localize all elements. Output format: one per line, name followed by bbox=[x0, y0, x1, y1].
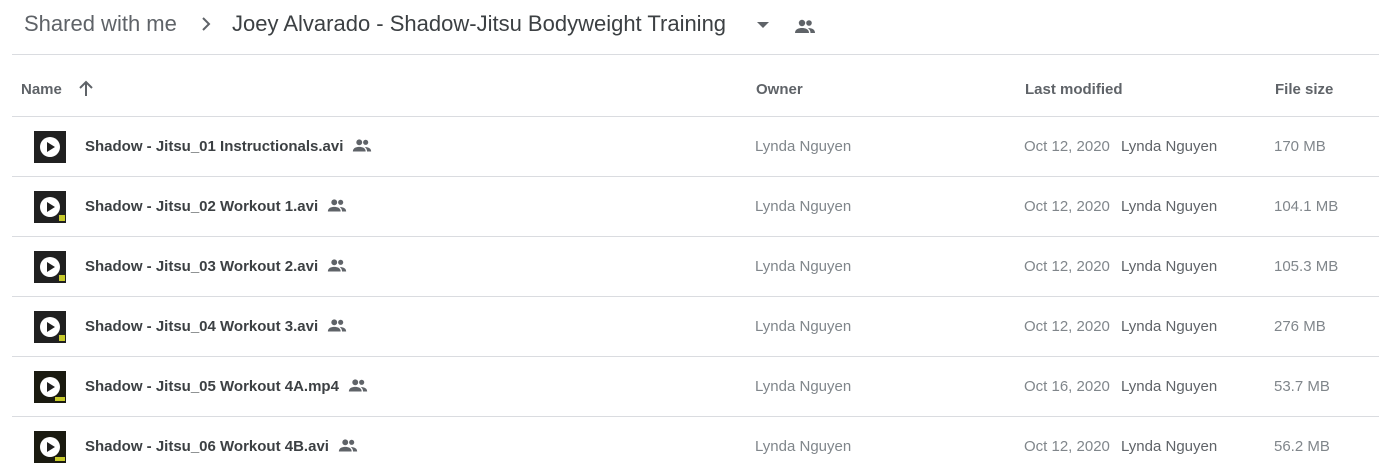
file-modified-by: Lynda Nguyen bbox=[1121, 198, 1218, 215]
file-size: 56.2 MB bbox=[1274, 438, 1330, 455]
file-name[interactable]: Shadow - Jitsu_04 Workout 3.avi bbox=[85, 318, 318, 335]
file-list: Shadow - Jitsu_01 Instructionals.avi Lyn… bbox=[12, 117, 1379, 472]
video-thumbnail-icon bbox=[34, 311, 66, 343]
file-size: 276 MB bbox=[1274, 318, 1326, 335]
file-owner: Lynda Nguyen bbox=[755, 258, 852, 275]
people-icon bbox=[348, 379, 368, 392]
column-header-last-modified[interactable]: Last modified bbox=[1025, 81, 1123, 98]
file-owner: Lynda Nguyen bbox=[755, 198, 852, 215]
video-thumbnail-icon bbox=[34, 191, 66, 223]
people-icon bbox=[338, 439, 358, 452]
file-row[interactable]: Shadow - Jitsu_05 Workout 4A.mp4 Lynda N… bbox=[12, 357, 1379, 417]
video-thumbnail-icon bbox=[34, 251, 66, 283]
file-name[interactable]: Shadow - Jitsu_01 Instructionals.avi bbox=[85, 138, 343, 155]
file-modified-by: Lynda Nguyen bbox=[1121, 258, 1218, 275]
column-header-owner[interactable]: Owner bbox=[756, 81, 803, 98]
file-owner: Lynda Nguyen bbox=[755, 318, 852, 335]
file-owner: Lynda Nguyen bbox=[755, 438, 852, 455]
file-modified-by: Lynda Nguyen bbox=[1121, 438, 1218, 455]
file-name[interactable]: Shadow - Jitsu_03 Workout 2.avi bbox=[85, 258, 318, 275]
breadcrumb-current-folder[interactable]: Joey Alvarado - Shadow-Jitsu Bodyweight … bbox=[232, 11, 726, 37]
file-row[interactable]: Shadow - Jitsu_03 Workout 2.avi Lynda Ng… bbox=[12, 237, 1379, 297]
people-icon bbox=[327, 259, 347, 272]
file-modified-by: Lynda Nguyen bbox=[1121, 378, 1218, 395]
file-modified-date: Oct 16, 2020 bbox=[1024, 378, 1110, 395]
file-name[interactable]: Shadow - Jitsu_02 Workout 1.avi bbox=[85, 198, 318, 215]
file-row[interactable]: Shadow - Jitsu_01 Instructionals.avi Lyn… bbox=[12, 117, 1379, 177]
column-header-name[interactable]: Name bbox=[21, 81, 62, 98]
file-modified-date: Oct 12, 2020 bbox=[1024, 438, 1110, 455]
arrow-drop-down-icon[interactable] bbox=[755, 20, 771, 30]
video-thumbnail-icon bbox=[34, 371, 66, 403]
file-row[interactable]: Shadow - Jitsu_04 Workout 3.avi Lynda Ng… bbox=[12, 297, 1379, 357]
video-thumbnail-icon bbox=[34, 431, 66, 463]
file-owner: Lynda Nguyen bbox=[755, 378, 852, 395]
file-size: 53.7 MB bbox=[1274, 378, 1330, 395]
file-name[interactable]: Shadow - Jitsu_06 Workout 4B.avi bbox=[85, 438, 329, 455]
file-row[interactable]: Shadow - Jitsu_02 Workout 1.avi Lynda Ng… bbox=[12, 177, 1379, 237]
file-modified-date: Oct 12, 2020 bbox=[1024, 198, 1110, 215]
column-header-row: Name Owner Last modified File size bbox=[12, 55, 1379, 117]
file-modified-date: Oct 12, 2020 bbox=[1024, 138, 1110, 155]
people-icon bbox=[327, 319, 347, 332]
file-row[interactable]: Shadow - Jitsu_06 Workout 4B.avi Lynda N… bbox=[12, 417, 1379, 472]
arrow-up-icon[interactable] bbox=[76, 79, 96, 99]
people-icon bbox=[353, 139, 372, 152]
file-modified-by: Lynda Nguyen bbox=[1121, 318, 1218, 335]
chevron-right-icon bbox=[202, 17, 211, 31]
file-modified-by: Lynda Nguyen bbox=[1121, 138, 1218, 155]
video-thumbnail-icon bbox=[34, 131, 66, 163]
people-icon bbox=[795, 19, 815, 33]
file-size: 170 MB bbox=[1274, 138, 1326, 155]
file-owner: Lynda Nguyen bbox=[755, 138, 852, 155]
column-header-file-size[interactable]: File size bbox=[1275, 81, 1333, 98]
file-name[interactable]: Shadow - Jitsu_05 Workout 4A.mp4 bbox=[85, 378, 339, 395]
file-modified-date: Oct 12, 2020 bbox=[1024, 318, 1110, 335]
people-icon bbox=[327, 199, 347, 212]
breadcrumb: Shared with me Joey Alvarado - Shadow-Ji… bbox=[0, 0, 1379, 54]
breadcrumb-shared-with-me[interactable]: Shared with me bbox=[24, 11, 177, 37]
file-modified-date: Oct 12, 2020 bbox=[1024, 258, 1110, 275]
file-size: 105.3 MB bbox=[1274, 258, 1339, 275]
file-size: 104.1 MB bbox=[1274, 198, 1339, 215]
